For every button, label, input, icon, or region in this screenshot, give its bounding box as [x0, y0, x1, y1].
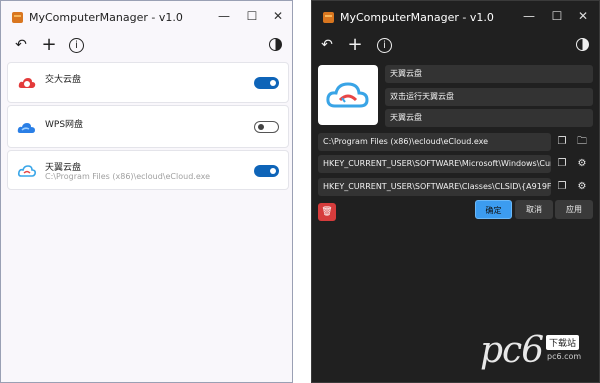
info-icon[interactable]: i — [377, 38, 392, 53]
maximize-button[interactable]: ☐ — [544, 6, 570, 26]
registry-field-1[interactable]: HKEY_CURRENT_USER\SOFTWARE\Microsoft\Win… — [318, 155, 551, 173]
info-icon[interactable]: i — [69, 38, 84, 53]
list-item[interactable]: WPS网盘 — [7, 105, 289, 148]
path-field[interactable]: C:\Program Files (x86)\ecloud\eCloud.exe — [318, 133, 551, 151]
window-title: MyComputerManager - v1.0 — [29, 11, 183, 24]
cancel-button[interactable]: 取消 — [515, 200, 553, 219]
enable-toggle[interactable] — [254, 77, 279, 89]
registry-field-2[interactable]: HKEY_CURRENT_USER\SOFTWARE\Classes\CLSID… — [318, 178, 551, 196]
folder-open-icon[interactable]: 🗀 — [575, 135, 589, 149]
edit-window-dark: MyComputerManager - v1.0 — ☐ ✕ ↶ + i 天翼云… — [311, 0, 600, 383]
app-logo-preview[interactable] — [318, 65, 378, 125]
registry-icon[interactable]: ⚙ — [575, 180, 589, 194]
item-path: C:\Program Files (x86)\ecloud\eCloud.exe — [45, 172, 211, 181]
delete-button[interactable]: 🗑 — [318, 203, 336, 221]
copy-icon[interactable]: ❐ — [555, 135, 569, 149]
registry-icon[interactable]: ⚙ — [575, 157, 589, 171]
label-field[interactable]: 天翼云盘 — [385, 109, 593, 127]
add-icon[interactable]: + — [38, 34, 60, 56]
jiaoda-cloud-icon — [17, 74, 37, 94]
tianyi-cloud-logo-icon — [326, 82, 369, 108]
main-window-light: MyComputerManager - v1.0 — ☐ ✕ ↶ + i 交大云… — [0, 0, 293, 383]
enable-toggle[interactable] — [254, 165, 279, 177]
undo-icon[interactable]: ↶ — [10, 34, 32, 56]
watermark-logo: pc6 — [480, 330, 544, 371]
close-button[interactable]: ✕ — [570, 6, 596, 26]
copy-icon[interactable]: ❐ — [555, 157, 569, 171]
title-bar: MyComputerManager - v1.0 — ☐ ✕ — [312, 1, 599, 33]
enable-toggle[interactable] — [254, 121, 279, 133]
list-item[interactable]: 天翼云盘 C:\Program Files (x86)\ecloud\eClou… — [7, 150, 289, 190]
theme-toggle-icon[interactable] — [269, 38, 282, 51]
list-item[interactable]: 交大云盘 — [7, 62, 289, 103]
maximize-button[interactable]: ☐ — [239, 6, 265, 26]
close-button[interactable]: ✕ — [265, 6, 291, 26]
watermark: pc6 下载站 pc6.com — [480, 330, 598, 380]
add-icon[interactable]: + — [344, 34, 366, 56]
tooltip-field[interactable]: 双击运行天翼云盘 — [385, 88, 593, 106]
undo-icon[interactable]: ↶ — [316, 34, 338, 56]
toolbar: ↶ + i — [1, 31, 292, 57]
window-title: MyComputerManager - v1.0 — [340, 11, 494, 24]
name-field[interactable]: 天翼云盘 — [385, 65, 593, 83]
toolbar: ↶ + i — [312, 31, 599, 57]
trash-icon: 🗑 — [321, 207, 333, 217]
copy-icon[interactable]: ❐ — [555, 180, 569, 194]
tianyi-cloud-icon — [17, 161, 37, 181]
app-icon — [12, 12, 23, 23]
watermark-badge: 下载站 — [546, 335, 580, 350]
item-name: WPS网盘 — [45, 120, 84, 130]
apply-button[interactable]: 应用 — [555, 200, 593, 219]
app-icon — [323, 12, 334, 23]
watermark-url: pc6.com — [547, 352, 582, 361]
minimize-button[interactable]: — — [516, 6, 542, 26]
wps-cloud-icon — [17, 118, 37, 138]
ok-button[interactable]: 确定 — [475, 200, 512, 219]
minimize-button[interactable]: — — [211, 6, 237, 26]
title-bar: MyComputerManager - v1.0 — ☐ ✕ — [1, 1, 292, 33]
theme-toggle-icon[interactable] — [576, 38, 589, 51]
item-name: 交大云盘 — [45, 75, 82, 85]
